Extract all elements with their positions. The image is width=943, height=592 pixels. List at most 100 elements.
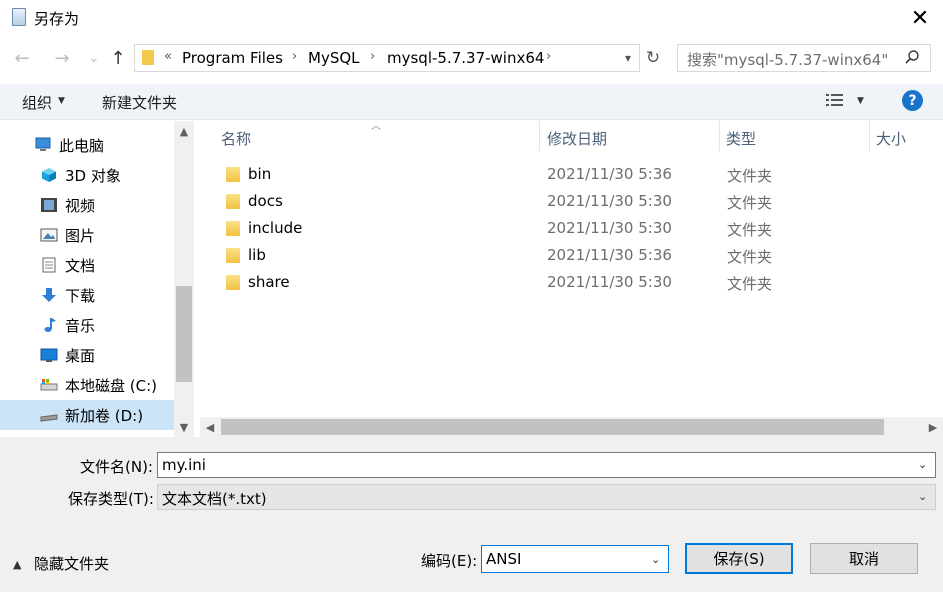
chevron-down-icon[interactable]: ⌄ (918, 490, 927, 503)
sidebar-item-label: 视频 (65, 196, 96, 215)
sidebar-item-3d-objects[interactable]: 3D 对象 (0, 160, 174, 190)
breadcrumb-item[interactable]: mysql-5.7.37-winx64 (387, 49, 544, 67)
sidebar-item-downloads[interactable]: 下载 (0, 280, 174, 310)
forward-button[interactable]: → (50, 46, 74, 70)
title-bar (0, 0, 943, 36)
recent-locations-button[interactable]: ⌄ (82, 46, 106, 70)
file-type: 文件夹 (727, 275, 773, 293)
column-header-size[interactable]: 大小 (876, 128, 906, 149)
filetype-value[interactable]: 文本文档(*.txt) (162, 488, 267, 509)
chevron-left-icon[interactable]: ◀ (200, 417, 220, 437)
file-name: share (248, 273, 290, 291)
search-placeholder: 搜索"mysql-5.7.37-winx64" (687, 51, 889, 69)
document-icon (42, 257, 56, 273)
folder-icon (226, 275, 240, 290)
organize-menu[interactable]: 组织 (22, 92, 52, 113)
file-type: 文件夹 (727, 194, 773, 212)
file-modified: 2021/11/30 5:36 (547, 165, 672, 183)
column-header-modified[interactable]: 修改日期 (547, 128, 607, 149)
file-row[interactable]: include 2021/11/30 5:30 文件夹 (200, 215, 940, 242)
pc-icon (35, 137, 51, 151)
chevron-right-icon[interactable]: ▶ (923, 417, 943, 437)
file-modified: 2021/11/30 5:30 (547, 273, 672, 291)
sidebar-item-label: 图片 (65, 226, 96, 245)
sidebar-item-label: 文档 (65, 256, 96, 275)
filename-label: 文件名(N): (80, 458, 153, 476)
save-button[interactable]: 保存(S) (685, 543, 793, 574)
sidebar-item-label: 桌面 (65, 346, 96, 365)
file-type: 文件夹 (727, 221, 773, 239)
cube-icon (42, 168, 56, 182)
up-button[interactable]: ↑ (106, 46, 130, 70)
sidebar-item-pictures[interactable]: 图片 (0, 220, 174, 250)
chevron-up-icon[interactable]: ▲ (174, 121, 194, 141)
encoding-value[interactable]: ANSI (486, 550, 521, 568)
column-header-name[interactable]: 名称 (221, 128, 251, 149)
sidebar-item-documents[interactable]: 文档 (0, 250, 174, 280)
breadcrumb-overflow[interactable]: « (164, 49, 172, 64)
sidebar-item-music[interactable]: 音乐 (0, 310, 174, 340)
sort-ascending-icon: ︿ (371, 121, 381, 132)
file-name: include (248, 219, 303, 237)
download-icon (42, 288, 56, 302)
column-divider[interactable] (719, 121, 720, 151)
sidebar-item-label: 本地磁盘 (C:) (65, 376, 157, 395)
file-row[interactable]: lib 2021/11/30 5:36 文件夹 (200, 242, 940, 269)
filetype-label: 保存类型(T): (68, 490, 154, 508)
chevron-right-icon[interactable]: › (292, 49, 297, 64)
sidebar-item-videos[interactable]: 视频 (0, 190, 174, 220)
sidebar-item-this-pc[interactable]: 此电脑 (0, 130, 174, 160)
sidebar-item-drive-d[interactable]: 新加卷 (D:) (0, 400, 174, 430)
breadcrumb-item[interactable]: Program Files (182, 49, 283, 67)
chevron-up-icon[interactable]: ▲ (13, 558, 21, 571)
cancel-button[interactable]: 取消 (810, 543, 918, 574)
new-folder-button[interactable]: 新建文件夹 (102, 92, 177, 113)
refresh-button[interactable]: ↻ (640, 44, 666, 72)
sidebar-scrollbar-thumb[interactable] (176, 286, 192, 382)
horizontal-scrollbar-thumb[interactable] (221, 419, 884, 435)
sidebar-item-label: 3D 对象 (65, 166, 121, 185)
file-modified: 2021/11/30 5:36 (547, 246, 672, 264)
filename-value[interactable]: my.ini (162, 456, 206, 474)
hide-folders-toggle[interactable]: 隐藏文件夹 (34, 553, 109, 574)
chevron-down-icon[interactable]: ▼ (174, 417, 194, 437)
folder-icon (226, 248, 240, 263)
details-view-icon[interactable] (826, 93, 844, 107)
column-header-type[interactable]: 类型 (726, 128, 756, 149)
sidebar-item-drive-c[interactable]: 本地磁盘 (C:) (0, 370, 174, 400)
desktop-icon (40, 348, 58, 362)
search-icon[interactable] (904, 49, 920, 65)
column-divider[interactable] (539, 121, 540, 151)
chevron-right-icon[interactable]: › (370, 49, 375, 64)
sidebar-item-label: 新加卷 (D:) (65, 406, 144, 425)
video-icon (41, 198, 57, 212)
sidebar-item-label: 音乐 (65, 316, 96, 335)
file-name: lib (248, 246, 266, 264)
filetype-select[interactable] (157, 484, 936, 510)
breadcrumb-item[interactable]: MySQL (308, 49, 360, 67)
sidebar-item-label: 此电脑 (59, 136, 105, 155)
sidebar-item-label: 下载 (65, 286, 96, 305)
music-icon (44, 318, 56, 332)
file-row[interactable]: docs 2021/11/30 5:30 文件夹 (200, 188, 940, 215)
close-button[interactable]: ✕ (900, 4, 940, 32)
caret-down-icon[interactable]: ▼ (58, 96, 65, 106)
back-button[interactable]: ← (10, 46, 34, 70)
chevron-down-icon[interactable]: ▾ (620, 48, 636, 68)
folder-icon (226, 167, 240, 182)
drive-icon (40, 414, 58, 422)
help-icon[interactable]: ? (902, 90, 923, 111)
folder-icon (226, 221, 240, 236)
file-modified: 2021/11/30 5:30 (547, 192, 672, 210)
file-row[interactable]: share 2021/11/30 5:30 文件夹 (200, 269, 940, 296)
column-divider[interactable] (869, 121, 870, 151)
file-name: docs (248, 192, 283, 210)
filename-input[interactable] (157, 452, 936, 478)
chevron-down-icon[interactable]: ⌄ (651, 553, 660, 566)
caret-down-icon[interactable]: ▼ (857, 96, 864, 106)
chevron-right-icon[interactable]: › (546, 49, 551, 64)
sidebar-item-desktop[interactable]: 桌面 (0, 340, 174, 370)
file-row[interactable]: bin 2021/11/30 5:36 文件夹 (200, 161, 940, 188)
sidebar-scrollbar[interactable] (174, 121, 194, 437)
chevron-down-icon[interactable]: ⌄ (918, 458, 927, 471)
